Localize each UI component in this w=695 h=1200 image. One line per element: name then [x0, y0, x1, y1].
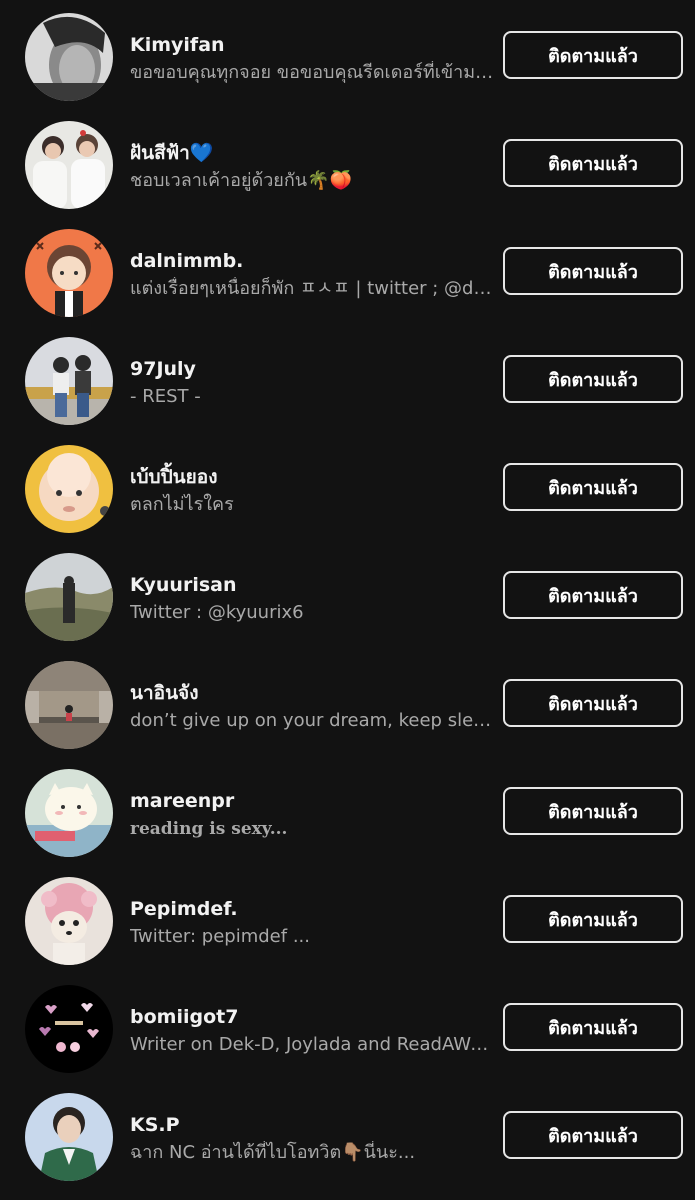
- avatar[interactable]: [25, 1093, 113, 1181]
- list-item[interactable]: Kimyifan ขอขอบคุณทุกจอย ขอขอบคุณรีดเดอร์…: [0, 0, 695, 108]
- username[interactable]: dalnimmb.: [130, 250, 243, 272]
- bio: ขอขอบคุณทุกจอย ขอขอบคุณรีดเดอร์ที่เข้ามา…: [130, 62, 495, 83]
- list-item[interactable]: เบ้บปิ้นยอง ตลกไม่ไรใคร ติดตามแล้ว: [0, 432, 695, 540]
- following-button[interactable]: ติดตามแล้ว: [503, 463, 683, 511]
- list-item[interactable]: Kyuurisan Twitter : @kyuurix6 ติดตามแล้ว: [0, 540, 695, 648]
- list-item[interactable]: Pepimdef. Twitter: pepimdef ... ติดตามแล…: [0, 864, 695, 972]
- bio: don’t give up on your dream, keep sleepi…: [130, 710, 495, 731]
- following-button[interactable]: ติดตามแล้ว: [503, 139, 683, 187]
- bio: Twitter: pepimdef ...: [130, 926, 310, 947]
- following-button[interactable]: ติดตามแล้ว: [503, 247, 683, 295]
- following-button[interactable]: ติดตามแล้ว: [503, 1003, 683, 1051]
- username[interactable]: Kyuurisan: [130, 574, 237, 596]
- following-button[interactable]: ติดตามแล้ว: [503, 1111, 683, 1159]
- list-item[interactable]: 97July - REST - ติดตามแล้ว: [0, 324, 695, 432]
- username[interactable]: 97July: [130, 358, 196, 380]
- username[interactable]: นาอินจัง: [130, 682, 198, 704]
- username[interactable]: เบ้บปิ้นยอง: [130, 466, 218, 488]
- avatar[interactable]: [25, 877, 113, 965]
- bio: แต่งเรื่อยๆเหนื่อยก็พัก ㅍㅅㅍ | twitter ; …: [130, 278, 495, 299]
- avatar[interactable]: [25, 985, 113, 1073]
- list-item[interactable]: mareenpr reading is sexy... ติดตามแล้ว: [0, 756, 695, 864]
- username[interactable]: ฝันสีฟ้า💙: [130, 142, 214, 164]
- list-item[interactable]: KS.P ฉาก NC อ่านได้ที่ไบโอทวิต👇🏽นี่นะ...…: [0, 1080, 695, 1188]
- following-button[interactable]: ติดตามแล้ว: [503, 679, 683, 727]
- avatar[interactable]: [25, 553, 113, 641]
- bio: ฉาก NC อ่านได้ที่ไบโอทวิต👇🏽นี่นะ...: [130, 1142, 416, 1163]
- list-item[interactable]: ฝันสีฟ้า💙 ชอบเวลาเค้าอยู่ด้วยกัน🌴🍑 ติดตา…: [0, 108, 695, 216]
- avatar[interactable]: [25, 661, 113, 749]
- bio: Writer on Dek-D, Joylada and ReadAWrite: [130, 1034, 495, 1055]
- following-list: Kimyifan ขอขอบคุณทุกจอย ขอขอบคุณรีดเดอร์…: [0, 0, 695, 1200]
- following-button[interactable]: ติดตามแล้ว: [503, 355, 683, 403]
- list-item[interactable]: bomiigot7 Writer on Dek-D, Joylada and R…: [0, 972, 695, 1080]
- bio: ตลกไม่ไรใคร: [130, 494, 234, 515]
- bio: - REST -: [130, 386, 201, 407]
- avatar[interactable]: [25, 229, 113, 317]
- avatar[interactable]: [25, 445, 113, 533]
- following-button[interactable]: ติดตามแล้ว: [503, 787, 683, 835]
- username[interactable]: bomiigot7: [130, 1006, 238, 1028]
- bio: Twitter : @kyuurix6: [130, 602, 304, 623]
- bio: ชอบเวลาเค้าอยู่ด้วยกัน🌴🍑: [130, 170, 352, 191]
- following-button[interactable]: ติดตามแล้ว: [503, 895, 683, 943]
- following-button[interactable]: ติดตามแล้ว: [503, 31, 683, 79]
- list-item[interactable]: นาอินจัง don’t give up on your dream, ke…: [0, 648, 695, 756]
- username[interactable]: KS.P: [130, 1114, 180, 1136]
- list-item[interactable]: dalnimmb. แต่งเรื่อยๆเหนื่อยก็พัก ㅍㅅㅍ | …: [0, 216, 695, 324]
- username[interactable]: Kimyifan: [130, 34, 225, 56]
- avatar[interactable]: [25, 769, 113, 857]
- username[interactable]: mareenpr: [130, 790, 234, 812]
- following-button[interactable]: ติดตามแล้ว: [503, 571, 683, 619]
- bio: reading is sexy...: [130, 819, 288, 839]
- avatar[interactable]: [25, 337, 113, 425]
- username[interactable]: Pepimdef.: [130, 898, 238, 920]
- avatar[interactable]: [25, 13, 113, 101]
- avatar[interactable]: [25, 121, 113, 209]
